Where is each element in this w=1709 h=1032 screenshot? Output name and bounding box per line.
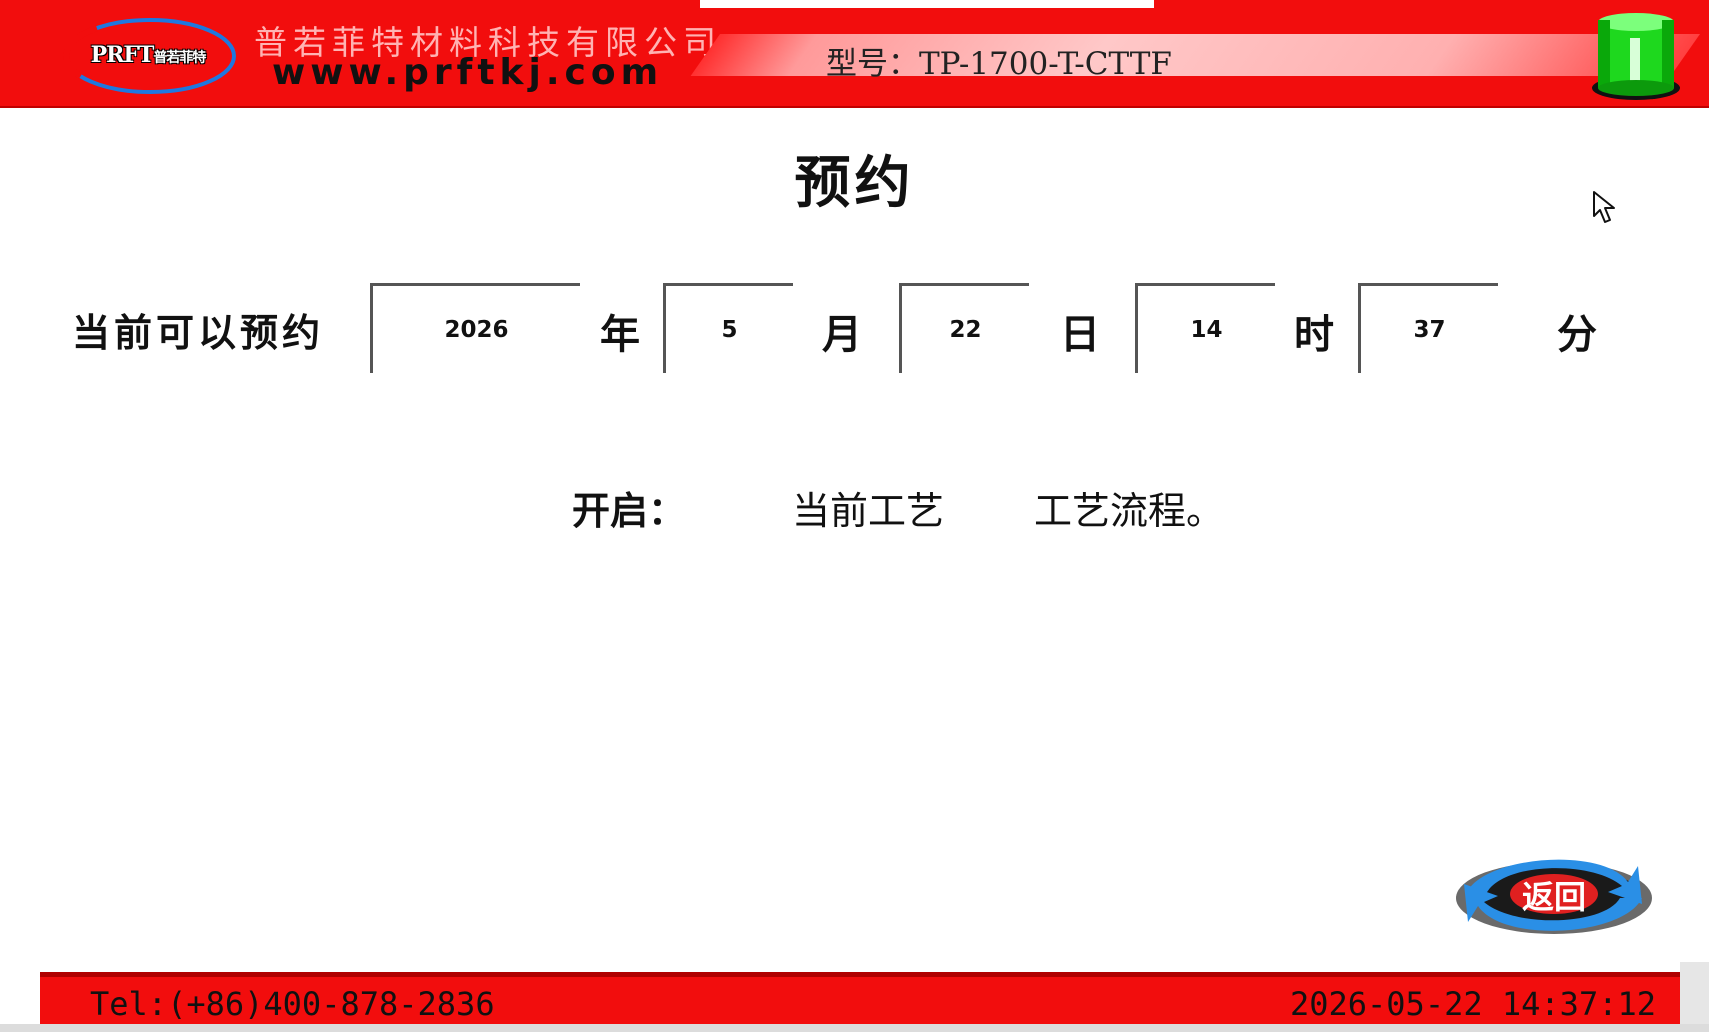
- minute-unit: 分: [1557, 312, 1597, 358]
- status-suffix: 工艺流程。: [1034, 489, 1225, 533]
- day-input[interactable]: 22: [899, 283, 1029, 373]
- month-unit: 月: [822, 312, 862, 358]
- header-top-divider: [700, 0, 1154, 8]
- header-bar: PRFT普若菲特 普若菲特材料科技有限公司 www.prftkj.com 型号：…: [0, 0, 1709, 108]
- year-input[interactable]: 2026: [370, 283, 580, 373]
- footer-phone: Tel:(+86)400-878-2836: [90, 985, 495, 1023]
- current-process-name: 当前工艺: [792, 489, 945, 533]
- footer-edge: [1680, 962, 1709, 1032]
- status-prefix: 开启：: [572, 489, 687, 533]
- footer-bar: Tel:(+86)400-878-2836 2026-05-22 14:37:1…: [40, 972, 1680, 1024]
- hour-unit: 时: [1294, 312, 1334, 358]
- back-button-label: 返回: [1521, 878, 1586, 916]
- status-light-icon: [1592, 13, 1680, 100]
- bottom-edge: [0, 1024, 1709, 1032]
- logo-text: PRFT普若菲特: [58, 42, 238, 68]
- back-button[interactable]: 返回: [1452, 848, 1652, 942]
- month-input[interactable]: 5: [663, 283, 793, 373]
- cursor-icon: [1593, 191, 1615, 223]
- hour-input[interactable]: 14: [1135, 283, 1275, 373]
- footer-clock: 2026-05-22 14:37:12: [1289, 985, 1656, 1023]
- page-title: 预约: [794, 151, 915, 216]
- schedule-label: 当前可以预约: [72, 311, 325, 355]
- day-unit: 日: [1060, 312, 1100, 358]
- company-url: www.prftkj.com: [272, 52, 664, 93]
- model-label: 型号：TP-1700-T-CTTF: [826, 46, 1172, 82]
- minute-input[interactable]: 37: [1358, 283, 1498, 373]
- company-logo: PRFT普若菲特: [58, 12, 238, 96]
- logo-text-cn: 普若菲特: [153, 50, 206, 66]
- year-unit: 年: [600, 312, 640, 358]
- logo-text-latin: PRFT: [90, 42, 155, 68]
